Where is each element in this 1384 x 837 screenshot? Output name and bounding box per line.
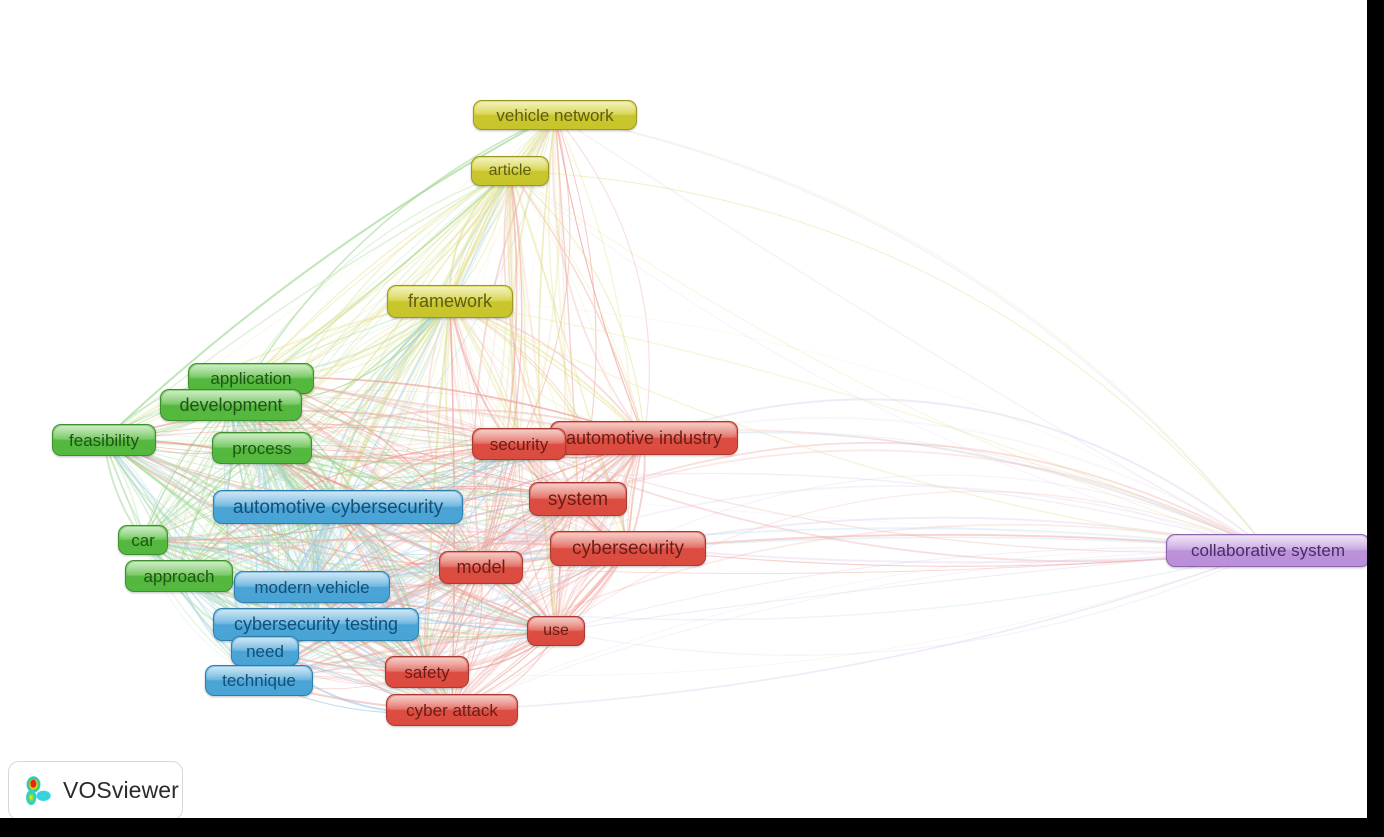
network-node-development[interactable]: development xyxy=(160,389,302,421)
network-node-label: technique xyxy=(222,670,296,690)
network-node-label: cybersecurity xyxy=(572,537,684,559)
vosviewer-heatmap-icon xyxy=(26,775,51,805)
network-node-label: security xyxy=(489,434,549,454)
network-node-label: system xyxy=(547,488,609,510)
network-node-label: modern vehicle xyxy=(254,577,370,597)
network-node-cybersecurity[interactable]: cybersecurity xyxy=(550,530,706,566)
network-node-system[interactable]: system xyxy=(529,482,627,516)
network-node-label: car xyxy=(131,530,155,550)
network-node-label: automotive industry xyxy=(565,428,723,448)
network-edge xyxy=(554,114,1269,551)
network-node-label: model xyxy=(456,557,506,577)
network-node-article[interactable]: article xyxy=(471,156,549,186)
network-node-label: article xyxy=(488,162,532,179)
network-node-security[interactable]: security xyxy=(472,428,566,460)
vosviewer-window: vehicle network article framework applicati… xyxy=(0,0,1384,837)
network-node-collaborative-system[interactable]: collaborative system xyxy=(1166,533,1367,567)
network-node-process[interactable]: process xyxy=(212,432,312,464)
network-node-use[interactable]: use xyxy=(527,616,585,646)
network-edge xyxy=(554,114,1269,551)
network-node-feasibility[interactable]: feasibility xyxy=(52,424,156,456)
network-node-label: cyber attack xyxy=(406,700,498,720)
network-node-label: automotive cybersecurity xyxy=(232,496,444,518)
network-node-label: feasibility xyxy=(69,430,139,450)
network-node-model[interactable]: model xyxy=(439,550,523,584)
network-node-label: safety xyxy=(404,662,450,682)
network-node-automotive-cybersecurity[interactable]: automotive cybersecurity xyxy=(213,490,463,524)
network-node-label: need xyxy=(246,641,284,661)
network-node-cyber-attack[interactable]: cyber attack xyxy=(386,694,518,726)
vosviewer-logo: VOSviewer xyxy=(8,761,183,818)
network-node-technique[interactable]: technique xyxy=(205,664,313,696)
network-node-label: application xyxy=(210,368,292,388)
vosviewer-wordmark: VOSviewer xyxy=(63,777,179,803)
network-node-modern-vehicle[interactable]: modern vehicle xyxy=(234,571,390,603)
network-node-safety[interactable]: safety xyxy=(385,656,469,688)
network-map-canvas[interactable]: vehicle network article framework applicati… xyxy=(0,0,1367,818)
network-edge xyxy=(554,114,1269,551)
network-node-label: framework xyxy=(407,291,492,311)
network-node-vehicle-network[interactable]: vehicle network xyxy=(473,100,637,130)
network-node-label: approach xyxy=(143,566,215,586)
network-node-label: cybersecurity testing xyxy=(233,614,399,634)
network-node-approach[interactable]: approach xyxy=(125,560,233,592)
network-node-label: development xyxy=(179,395,283,415)
network-node-label: process xyxy=(232,438,292,458)
network-node-automotive-industry[interactable]: automotive industry xyxy=(550,421,738,455)
network-node-label: collaborative system xyxy=(1190,540,1345,560)
network-node-label: use xyxy=(543,622,569,639)
network-node-need[interactable]: need xyxy=(231,636,299,666)
network-node-car[interactable]: car xyxy=(118,525,168,555)
network-node-framework[interactable]: framework xyxy=(387,284,513,318)
network-node-label: vehicle network xyxy=(496,105,614,125)
